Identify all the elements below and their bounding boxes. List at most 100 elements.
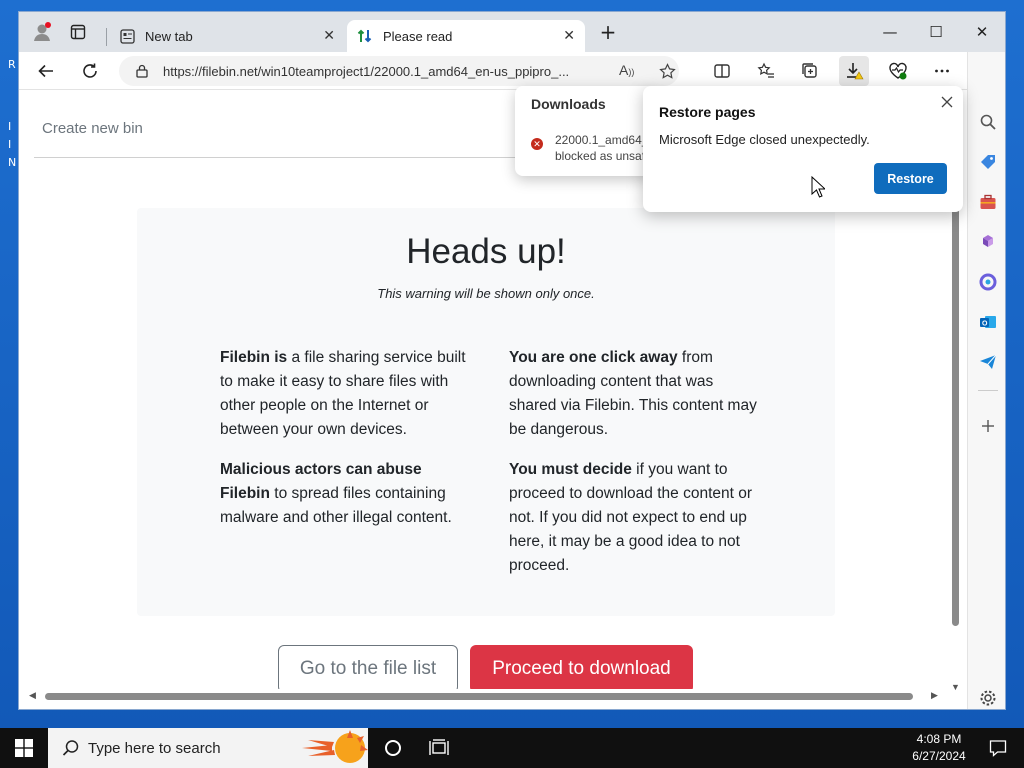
- browser-window: New tab ✕ Please read ✕ + — ☐ ✕ https://…: [18, 11, 1006, 710]
- page-heading: Heads up!: [406, 232, 566, 271]
- tab-please-read[interactable]: Please read ✕: [347, 20, 585, 52]
- read-aloud-icon[interactable]: A)): [619, 62, 634, 78]
- warning-card: Heads up! This warning will be shown onl…: [137, 208, 835, 616]
- sidebar-add-button[interactable]: [976, 414, 1000, 438]
- downloads-title: Downloads: [531, 96, 606, 112]
- cortana-circle-icon: [385, 740, 401, 756]
- games-icon: [983, 235, 993, 247]
- refresh-button[interactable]: [75, 56, 105, 86]
- heart-pulse-icon: [889, 62, 907, 80]
- download-item[interactable]: 22000.1_amd64_ blocked as unsaf: [555, 132, 648, 164]
- sidebar-telegram-button[interactable]: [976, 350, 1000, 374]
- sidebar-outlook-button[interactable]: O: [976, 310, 1000, 334]
- url-text[interactable]: https://filebin.net/win10teamproject1/22…: [163, 64, 603, 79]
- browser-toolbar: https://filebin.net/win10teamproject1/22…: [19, 52, 1005, 90]
- horizontal-scrollbar[interactable]: ◀ ▶: [19, 689, 949, 703]
- tab-close-icon[interactable]: ✕: [563, 28, 575, 44]
- notifications-button[interactable]: [978, 728, 1018, 768]
- desktop-icon-fragment: I: [8, 120, 12, 133]
- svg-text:O: O: [982, 321, 988, 328]
- favorite-star-icon[interactable]: [659, 63, 676, 80]
- paragraph: You must decide if you want to proceed t…: [509, 461, 753, 574]
- lock-icon[interactable]: [135, 64, 149, 78]
- back-button[interactable]: [31, 56, 61, 86]
- sidebar-games-button[interactable]: [976, 230, 1000, 254]
- microsoft365-icon: [979, 273, 997, 291]
- download-status: blocked as unsaf: [555, 149, 646, 163]
- favorites-button[interactable]: [751, 56, 781, 86]
- new-tab-button[interactable]: +: [585, 12, 631, 52]
- taskbar-search-box[interactable]: Type here to search: [48, 728, 368, 768]
- search-icon: [980, 114, 996, 130]
- sidebar-shopping-button[interactable]: [976, 150, 1000, 174]
- create-new-bin-link[interactable]: Create new bin: [42, 120, 143, 137]
- mouse-cursor-icon: [811, 176, 825, 198]
- plus-icon: [982, 420, 994, 432]
- send-icon: [980, 354, 997, 369]
- maximize-button[interactable]: ☐: [913, 12, 959, 52]
- minimize-button[interactable]: —: [867, 12, 913, 52]
- restore-pages-popup: Restore pages Microsoft Edge closed unex…: [643, 86, 963, 212]
- proceed-to-download-button[interactable]: Proceed to download: [470, 645, 693, 693]
- sidebar-search-button[interactable]: [976, 110, 1000, 134]
- download-filename: 22000.1_amd64_: [555, 133, 649, 147]
- tab-actions-icon: [70, 24, 86, 40]
- windows-logo-icon: [15, 739, 33, 757]
- new-tab-page-icon: [119, 28, 135, 44]
- edge-sidebar: O: [967, 52, 1005, 709]
- back-arrow-icon: [38, 64, 53, 78]
- restore-button[interactable]: Restore: [874, 163, 947, 194]
- download-warning-icon: [847, 63, 864, 80]
- tab-close-icon[interactable]: ✕: [323, 28, 335, 44]
- split-screen-icon: [714, 64, 730, 78]
- restore-title: Restore pages: [659, 104, 756, 120]
- browser-essentials-button[interactable]: [883, 56, 913, 86]
- sidebar-divider: [978, 390, 998, 391]
- profile-avatar-button[interactable]: [27, 17, 57, 47]
- right-column: You are one click away from downloading …: [509, 346, 759, 594]
- search-icon: [62, 740, 79, 756]
- downloads-button[interactable]: [839, 56, 869, 86]
- tab-label: Please read: [383, 28, 453, 44]
- address-bar[interactable]: https://filebin.net/win10teamproject1/22…: [119, 56, 679, 86]
- close-icon[interactable]: [937, 92, 957, 112]
- sidebar-settings-button[interactable]: [976, 686, 1000, 709]
- sidebar-tools-button[interactable]: [976, 190, 1000, 214]
- desktop-icon-fragment: R: [8, 58, 16, 71]
- clock-date: 6/27/2024: [912, 749, 966, 763]
- gear-icon: [980, 690, 996, 706]
- scroll-right-arrow[interactable]: ▶: [931, 690, 938, 701]
- tab-separator: [106, 28, 107, 46]
- settings-more-button[interactable]: [927, 56, 957, 86]
- clock-time: 4:08 PM: [916, 732, 962, 746]
- task-view-button[interactable]: [416, 728, 462, 768]
- tab-label: New tab: [145, 28, 193, 44]
- paragraph: Malicious actors can abuse Filebin to sp…: [220, 461, 452, 526]
- search-highlight-sun-icon: [302, 730, 368, 763]
- warning-subtitle: This warning will be shown only once.: [377, 286, 595, 301]
- split-screen-button[interactable]: [707, 56, 737, 86]
- start-button[interactable]: [0, 728, 48, 768]
- go-to-file-list-button[interactable]: Go to the file list: [278, 645, 458, 693]
- error-icon: ✕: [531, 138, 543, 150]
- sidebar-office-button[interactable]: [976, 270, 1000, 294]
- system-clock[interactable]: 4:08 PM 6/27/2024: [904, 731, 974, 765]
- search-placeholder: Type here to search: [88, 739, 221, 757]
- profile-icon: [34, 22, 51, 41]
- collections-icon: [802, 63, 817, 78]
- notification-icon: [989, 740, 1007, 757]
- taskbar: Type here to search 4:08 PM 6/27/2024: [0, 728, 1024, 768]
- close-window-button[interactable]: ✕: [959, 12, 1005, 52]
- desktop-icon-fragment: I: [8, 138, 12, 151]
- paragraph: Filebin is a file sharing service built …: [220, 349, 466, 438]
- restore-message: Microsoft Edge closed unexpectedly.: [659, 132, 870, 147]
- favorites-list-icon: [757, 62, 774, 78]
- tab-actions-button[interactable]: [63, 17, 93, 47]
- scroll-down-arrow[interactable]: ▼: [951, 682, 960, 692]
- tab-new-tab[interactable]: New tab ✕: [109, 20, 345, 52]
- collections-button[interactable]: [795, 56, 825, 86]
- scrollbar-thumb[interactable]: [45, 693, 913, 700]
- cortana-button[interactable]: [370, 728, 416, 768]
- scroll-left-arrow[interactable]: ◀: [29, 690, 36, 701]
- paragraph: You are one click away from downloading …: [509, 349, 757, 438]
